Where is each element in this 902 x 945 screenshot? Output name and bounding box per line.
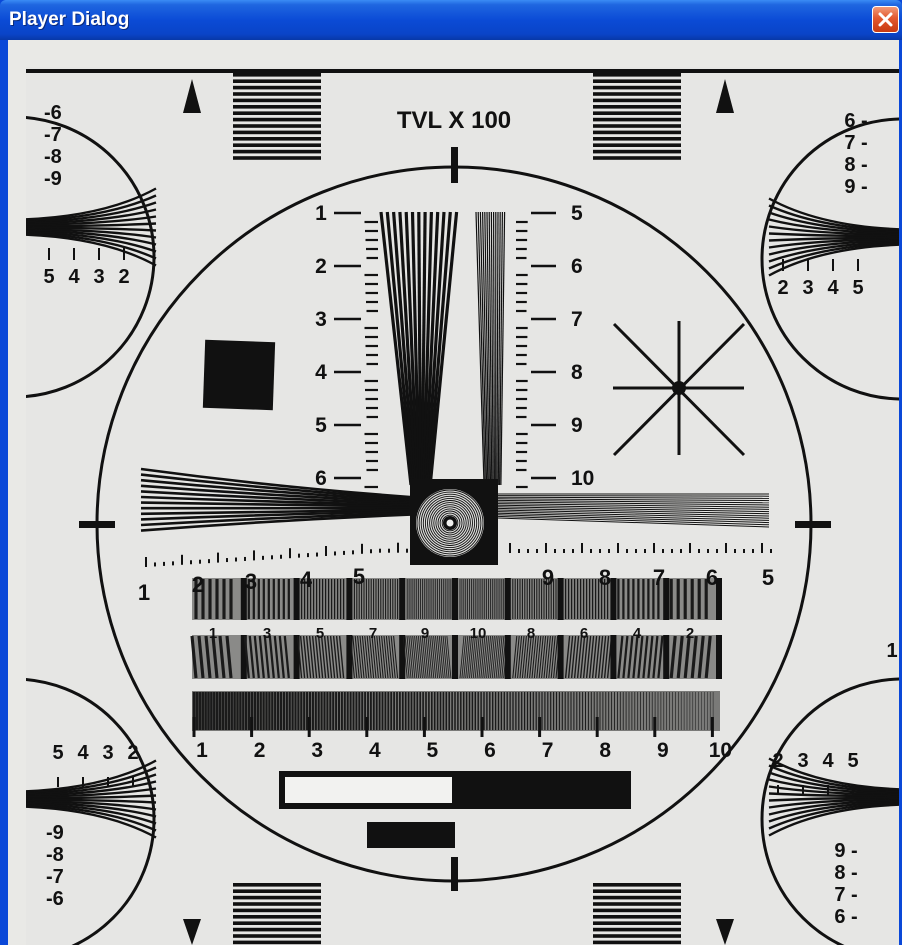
ladder-left-label: 3 bbox=[315, 308, 327, 331]
ladder-right-label: 10 bbox=[571, 467, 594, 490]
video-frame: TVL X 100 1 2 3 4 5 6 5 6 7 8 9 10 1 2 3 4 5 9 8 7 6 5 1 3 5 7 9 10… bbox=[26, 67, 899, 945]
corner-tl-top-label: -9 bbox=[44, 168, 62, 190]
ladder-left-label: 2 bbox=[315, 255, 327, 278]
dialog-client-area: TVL X 100 1 2 3 4 5 6 5 6 7 8 9 10 1 2 3 4 5 9 8 7 6 5 1 3 5 7 9 10… bbox=[8, 40, 899, 945]
gray-bar-1-label: 4 bbox=[633, 625, 642, 642]
gray-bar-1 bbox=[192, 578, 722, 620]
corner-br-bottom-label: 6 - bbox=[834, 906, 857, 928]
ladder-right-label: 6 bbox=[571, 255, 583, 278]
corner-tl-top-label: -6 bbox=[44, 102, 62, 124]
corner-tl-top-label: -7 bbox=[44, 124, 62, 146]
resolution-test-chart: TVL X 100 12345656789101 2 3 4 5 9 8 7 6 51 3 5 7 9 10… bbox=[26, 67, 899, 945]
res-bar-label: 4 bbox=[369, 739, 381, 762]
contrast-box-white bbox=[285, 777, 452, 803]
corner-bl-bottom-label: -9 bbox=[46, 822, 64, 844]
corner-br-bottom-label: 7 - bbox=[834, 884, 857, 906]
black-square bbox=[202, 339, 276, 411]
corner-tr-bottom-label: 5 bbox=[852, 277, 863, 299]
horiz-scale-right-label: 7 bbox=[653, 565, 665, 590]
corner-bl-bottom-label: -7 bbox=[46, 866, 64, 888]
corner-tr-bottom-label: 4 bbox=[827, 277, 839, 299]
res-bar-label: 8 bbox=[599, 739, 611, 762]
horiz-scale-left-label: 5 bbox=[353, 564, 365, 589]
corner-br-top-label: 4 bbox=[822, 750, 834, 772]
corner-br-top-label: 2 bbox=[772, 750, 783, 772]
corner-br-edge-label: 1 bbox=[886, 640, 897, 662]
gray-bar-1-label: 5 bbox=[316, 625, 324, 642]
window-title: Player Dialog bbox=[9, 9, 130, 30]
gray-bar-1-label: 9 bbox=[421, 625, 429, 642]
corner-tl-bottom-label: 3 bbox=[93, 266, 104, 288]
horiz-scale-left-label: 4 bbox=[300, 567, 313, 592]
corner-tl-top-label: -8 bbox=[44, 146, 62, 168]
corner-tl-bottom-label: 4 bbox=[68, 266, 80, 288]
corner-tl-bottom-label: 5 bbox=[43, 266, 54, 288]
zone-plate bbox=[416, 489, 484, 557]
horiz-scale-left-label: 1 bbox=[138, 580, 150, 605]
ladder-right-label: 5 bbox=[571, 202, 583, 225]
corner-bl-top-label: 3 bbox=[102, 742, 113, 764]
chart-title: TVL X 100 bbox=[397, 107, 511, 134]
corner-tl-bottom-label: 2 bbox=[118, 266, 129, 288]
player-dialog-window: Player Dialog TVL X 100 1 2 3 4 5 6 5 6 … bbox=[0, 0, 902, 945]
horiz-scale-right-label: 8 bbox=[599, 565, 611, 590]
ladder-left-label: 5 bbox=[315, 414, 327, 437]
corner-bl-top-label: 2 bbox=[127, 742, 138, 764]
resolution-bar bbox=[192, 691, 720, 737]
horiz-scale-right-label: 6 bbox=[706, 565, 718, 590]
res-bar-label: 5 bbox=[427, 739, 439, 762]
horiz-scale-left-label: 3 bbox=[245, 569, 257, 594]
gray-bar-1-label: 7 bbox=[369, 625, 377, 642]
res-bar-label: 2 bbox=[254, 739, 266, 762]
ladder-right-label: 8 bbox=[571, 361, 583, 384]
res-bar-label: 1 bbox=[196, 739, 208, 762]
small-black-rect bbox=[367, 822, 455, 848]
close-icon bbox=[878, 12, 893, 27]
horiz-scale-right-label: 5 bbox=[762, 565, 774, 590]
ladder-right-label: 9 bbox=[571, 414, 583, 437]
ladder-right-label: 7 bbox=[571, 308, 583, 331]
corner-tr-bottom-label: 3 bbox=[802, 277, 813, 299]
circle-tick-right bbox=[795, 521, 831, 528]
horiz-scale-left-label: 2 bbox=[192, 572, 204, 597]
corner-bl-bottom-label: -6 bbox=[46, 888, 64, 910]
res-bar-label: 9 bbox=[657, 739, 669, 762]
res-bar-label: 6 bbox=[484, 739, 496, 762]
corner-br-top-label: 3 bbox=[797, 750, 808, 772]
horiz-scale-right-label: 9 bbox=[542, 565, 554, 590]
close-button[interactable] bbox=[872, 6, 899, 33]
corner-tr-top-label: 9 - bbox=[844, 176, 867, 198]
corner-bl-top-label: 4 bbox=[77, 742, 89, 764]
title-bar[interactable]: Player Dialog bbox=[0, 0, 902, 40]
corner-br-bottom-label: 8 - bbox=[834, 862, 857, 884]
gray-bar-1-label: 6 bbox=[580, 625, 588, 642]
corner-tr-top-label: 8 - bbox=[844, 154, 867, 176]
ladder-left-label: 6 bbox=[315, 467, 327, 490]
gray-bar-1-label: 3 bbox=[263, 625, 271, 642]
res-bar-label: 7 bbox=[542, 739, 554, 762]
gray-bar-1-label: 2 bbox=[686, 625, 694, 642]
corner-bl-top-label: 5 bbox=[52, 742, 63, 764]
corner-tr-top-label: 7 - bbox=[844, 132, 867, 154]
ladder-left-label: 1 bbox=[315, 202, 327, 225]
circle-tick-left bbox=[79, 521, 115, 528]
corner-br-bottom-label: 9 - bbox=[834, 840, 857, 862]
circle-tick-top bbox=[451, 147, 458, 183]
corner-tr-top-label: 6 - bbox=[844, 110, 867, 132]
res-bar-label: 3 bbox=[311, 739, 323, 762]
gray-bar-1-label: 10 bbox=[470, 625, 487, 642]
ladder-left-label: 4 bbox=[315, 361, 327, 384]
gray-bar-1-label: 1 bbox=[209, 625, 217, 642]
corner-bl-bottom-label: -8 bbox=[46, 844, 64, 866]
gray-bar-2 bbox=[190, 635, 722, 679]
res-bar-label: 10 bbox=[709, 739, 732, 762]
corner-br-top-label: 5 bbox=[847, 750, 858, 772]
circle-tick-bottom bbox=[451, 857, 458, 891]
corner-tr-bottom-label: 2 bbox=[777, 277, 788, 299]
gray-bar-1-label: 8 bbox=[527, 625, 535, 642]
